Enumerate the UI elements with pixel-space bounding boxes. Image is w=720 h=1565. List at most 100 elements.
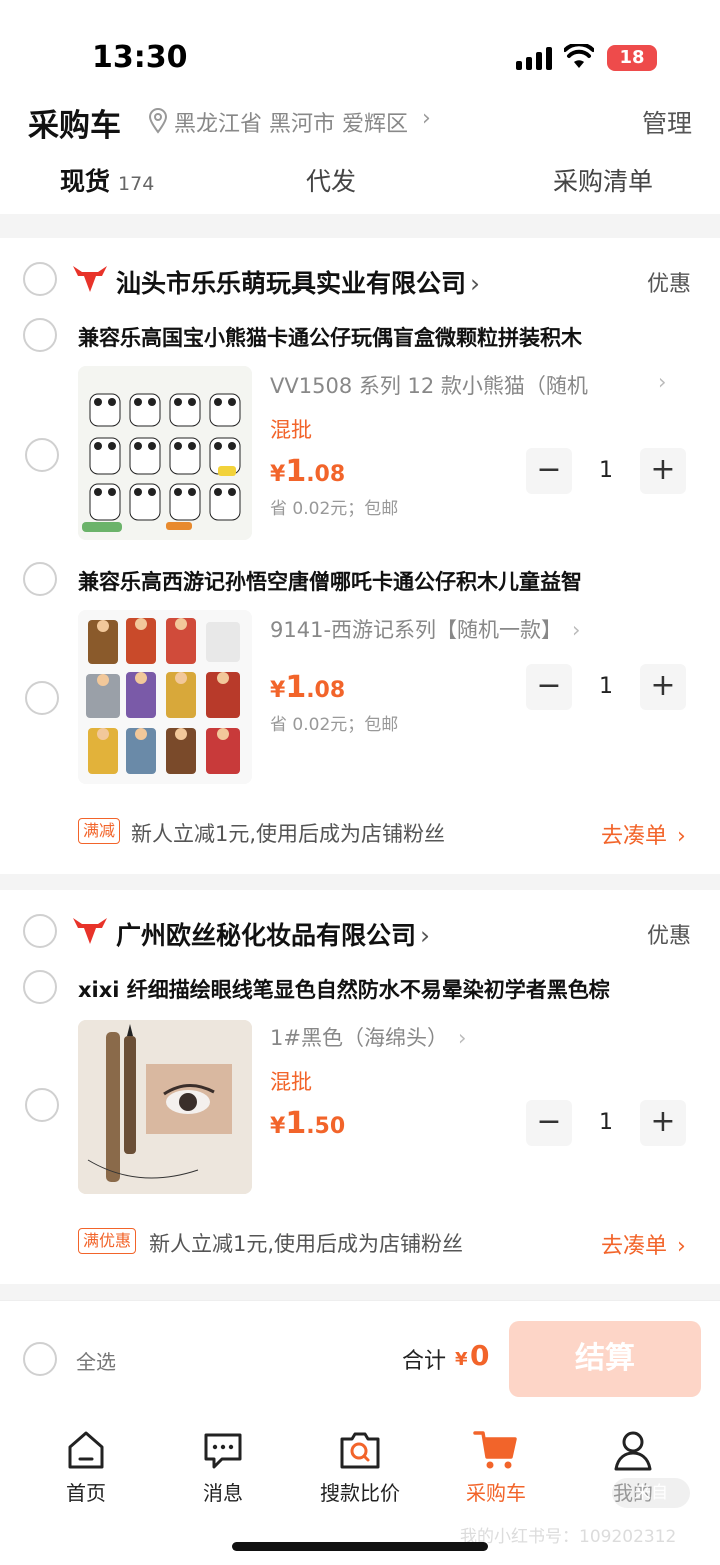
quantity-value[interactable]: 1 (572, 448, 640, 494)
profile-icon (614, 1431, 652, 1471)
saving-text: 省 0.02元；包邮 (270, 715, 399, 735)
price-decimal: .08 (306, 678, 346, 703)
variant-selector[interactable]: VV1508 系列 12 款小熊猫（随机 › (270, 370, 666, 400)
variant-text: VV1508 系列 12 款小熊猫（随机 (270, 374, 588, 398)
nav-home[interactable]: 首页 (26, 1429, 146, 1506)
product-sku-checkbox[interactable] (25, 438, 59, 472)
product-price: ¥1.50 (270, 1106, 345, 1141)
checkout-bar: 全选 合计 ¥ 0 结算 (0, 1300, 720, 1415)
chevron-right-icon[interactable]: › (422, 106, 431, 131)
location-pin-icon[interactable] (148, 108, 168, 134)
discount-tag: 满优惠 (78, 1228, 137, 1254)
product-checkbox[interactable] (23, 562, 57, 596)
quantity-value[interactable]: 1 (572, 1100, 640, 1146)
message-icon (204, 1433, 242, 1469)
discount-tag: 满减 (78, 818, 121, 844)
tab-label: 现货 (60, 167, 111, 196)
header: 采购车 黑龙江省 黑河市 爱辉区 › 管理 现货 174 代发 采购清单 (0, 96, 720, 214)
product-checkbox[interactable] (23, 970, 57, 1004)
home-indicator[interactable] (232, 1542, 488, 1551)
shop-name[interactable]: 广州欧丝秘化妆品有限公司 › (116, 916, 430, 952)
coupon-text: 新人立减1元,使用后成为店铺粉丝 (131, 822, 446, 846)
minus-button[interactable]: − (526, 448, 572, 494)
total-currency: ¥ (455, 1349, 468, 1370)
shop-checkbox[interactable] (23, 914, 57, 948)
tab-dropship[interactable]: 代发 (306, 162, 356, 198)
minus-button[interactable]: − (526, 664, 572, 710)
product-image[interactable] (78, 366, 252, 540)
bull-logo-icon (73, 918, 107, 944)
chevron-right-icon: › (572, 618, 581, 642)
product-sku-checkbox[interactable] (25, 681, 59, 715)
chevron-right-icon: › (470, 269, 481, 298)
journey-west-figures-image (78, 610, 252, 784)
page-title: 采购车 (28, 108, 121, 144)
product-price: ¥1.08 (270, 670, 345, 705)
product-image[interactable] (78, 610, 252, 784)
status-time: 13:30 (92, 40, 188, 75)
total-label: 合计 (402, 1349, 447, 1374)
price-currency: ¥ (270, 462, 286, 487)
price-integer: 1 (285, 1106, 307, 1141)
tab-in-stock[interactable]: 现货 174 (60, 162, 154, 198)
product-sku-checkbox[interactable] (25, 1088, 59, 1122)
plus-button[interactable]: + (640, 664, 686, 710)
checkout-button[interactable]: 结算 (509, 1321, 701, 1397)
location-text[interactable]: 黑龙江省 黑河市 爱辉区 (174, 106, 408, 138)
price-currency: ¥ (270, 1114, 286, 1139)
price-currency: ¥ (270, 678, 286, 703)
product-title[interactable]: 兼容乐高西游记孙悟空唐僧哪吒卡通公仔积木儿童益智 (78, 566, 698, 596)
variant-text: 1#黑色（海绵头） (270, 1026, 448, 1050)
shop-name[interactable]: 汕头市乐乐萌玩具实业有限公司 › (116, 264, 480, 300)
tab-purchase-list[interactable]: 采购清单 (553, 162, 653, 198)
mix-batch-label: 混批 (270, 1070, 312, 1094)
total-amount: 0 (470, 1339, 490, 1372)
variant-selector[interactable]: 1#黑色（海绵头） › (270, 1022, 466, 1052)
product-title[interactable]: 兼容乐高国宝小熊猫卡通公仔玩偶盲盒微颗粒拼装积木 (78, 322, 698, 352)
price-decimal: .50 (306, 1114, 346, 1139)
select-all-checkbox[interactable] (23, 1342, 57, 1376)
mix-batch-label: 混批 (270, 418, 312, 442)
nav-cart[interactable]: 采购车 (436, 1429, 556, 1506)
home-icon (68, 1431, 104, 1469)
quantity-stepper: − 1 + (526, 1100, 686, 1146)
cart-icon (473, 1431, 517, 1469)
bull-logo-icon (73, 266, 107, 292)
select-all-label[interactable]: 全选 (76, 1346, 116, 1375)
shop-name-text: 广州欧丝秘化妆品有限公司 (116, 921, 417, 950)
saving-text: 省 0.02元；包邮 (270, 499, 399, 519)
product-title[interactable]: xixi 纤细描绘眼线笔显色自然防水不易晕染初学者黑色棕 (78, 974, 698, 1004)
product-price: ¥1.08 (270, 454, 345, 489)
shop-checkbox[interactable] (23, 262, 57, 296)
nav-label: 搜款比价 (320, 1481, 400, 1505)
promo-button[interactable]: 优惠 (647, 266, 691, 298)
signal-icon (516, 46, 552, 70)
product-checkbox[interactable] (23, 318, 57, 352)
quantity-value[interactable]: 1 (572, 664, 640, 710)
wifi-icon (564, 44, 594, 68)
price-decimal: .08 (306, 462, 346, 487)
add-more-label: 去凑单 (601, 824, 668, 849)
chevron-right-icon: › (457, 1026, 467, 1050)
manage-button[interactable]: 管理 (642, 104, 692, 140)
chevron-right-icon: › (677, 824, 686, 849)
tab-count: 174 (118, 173, 155, 195)
nav-messages[interactable]: 消息 (163, 1429, 283, 1506)
nav-search-compare[interactable]: 搜款比价 (300, 1429, 420, 1506)
product-image[interactable] (78, 1020, 252, 1194)
variant-selector[interactable]: 9141-西游记系列【随机一款】 › (270, 614, 580, 644)
chevron-right-icon: › (658, 370, 667, 394)
chevron-right-icon: › (420, 921, 431, 950)
promo-button[interactable]: 优惠 (647, 918, 691, 950)
shop-card: 汕头市乐乐萌玩具实业有限公司 › 优惠 兼容乐高国宝小熊猫卡通公仔玩偶盲盒微颗粒拼… (0, 238, 720, 874)
plus-button[interactable]: + (640, 1100, 686, 1146)
minus-button[interactable]: − (526, 1100, 572, 1146)
watermark-text: 我的小红书号：109202312 (460, 1527, 677, 1547)
status-bar: 13:30 18 (0, 0, 720, 96)
add-more-link[interactable]: 去凑单 › (601, 818, 686, 850)
add-more-link[interactable]: 去凑单 › (601, 1228, 686, 1260)
search-compare-icon (340, 1432, 380, 1469)
plus-button[interactable]: + (640, 448, 686, 494)
nav-label: 采购车 (466, 1481, 526, 1505)
add-more-label: 去凑单 (601, 1234, 668, 1259)
